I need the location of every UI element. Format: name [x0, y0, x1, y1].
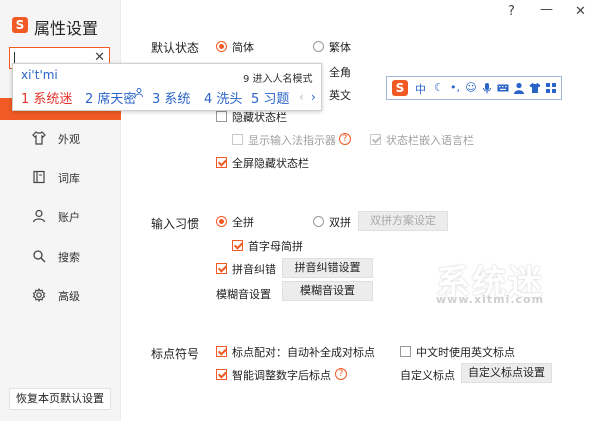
- lang-indicator[interactable]: 中: [415, 81, 426, 97]
- double-pinyin-label: 双拼: [329, 216, 351, 229]
- smart-punct-label: 智能调整数字后标点: [232, 369, 331, 382]
- sidebar-item-label: 搜索: [58, 251, 80, 264]
- close-button[interactable]: ✕: [575, 4, 586, 19]
- initial-abbr-checkbox[interactable]: [232, 240, 243, 251]
- moon-icon[interactable]: ☾: [433, 82, 445, 94]
- reset-defaults-button[interactable]: 恢复本页默认设置: [9, 388, 111, 410]
- embed-langbar-label: 状态栏嵌入语言栏: [386, 134, 474, 147]
- sidebar-item-label: 高级: [58, 290, 80, 303]
- punct-pairing-label: 标点配对：自动补全成对标点: [232, 346, 375, 359]
- sidebar-item-dictionary[interactable]: 词库: [0, 167, 121, 189]
- show-indicator-checkbox[interactable]: [232, 134, 243, 145]
- shirt-icon: [32, 131, 46, 145]
- input-habit-label: 输入习惯: [151, 217, 200, 231]
- minimize-button[interactable]: —: [540, 2, 553, 17]
- candidate-3[interactable]: 3 系统: [152, 88, 190, 107]
- hide-statusbar-label: 隐藏状态栏: [232, 111, 287, 124]
- simplified-radio[interactable]: [216, 41, 227, 52]
- keyboard-icon[interactable]: [497, 82, 509, 94]
- fuzzy-sound-label: 模糊音设置: [216, 288, 271, 301]
- english-punct-checkbox[interactable]: [400, 346, 411, 357]
- smart-punct-checkbox[interactable]: [216, 369, 227, 380]
- fuzzy-sound-settings-button[interactable]: 模糊音设置: [282, 281, 373, 301]
- mic-icon[interactable]: [481, 82, 493, 94]
- chevron-left-icon[interactable]: ‹: [299, 90, 304, 104]
- comma-icon[interactable]: •,: [449, 82, 461, 94]
- sidebar-item-account[interactable]: 账户: [0, 206, 121, 228]
- gear-icon: [32, 288, 46, 302]
- double-pinyin-radio[interactable]: [313, 216, 324, 227]
- sidebar-item-label: 账户: [58, 211, 80, 224]
- full-pinyin-radio[interactable]: [216, 216, 227, 227]
- chevron-right-icon[interactable]: ›: [311, 90, 316, 104]
- embed-langbar-checkbox[interactable]: [370, 134, 381, 145]
- english-punct-label: 中文时使用英文标点: [416, 346, 515, 359]
- app-logo: S: [12, 17, 28, 33]
- sidebar-item-search[interactable]: 搜索: [0, 246, 121, 268]
- custom-punct-label: 自定义标点: [400, 369, 455, 382]
- sidebar-item-label: 词库: [58, 172, 80, 185]
- hide-statusbar-checkbox[interactable]: [216, 111, 227, 122]
- candidate-1[interactable]: 1 系统迷: [21, 88, 72, 107]
- help-icon[interactable]: ?: [508, 4, 515, 19]
- traditional-radio[interactable]: [313, 41, 324, 52]
- grid-icon[interactable]: [545, 82, 557, 94]
- user-icon[interactable]: [513, 82, 525, 94]
- english-label: 英文: [329, 89, 351, 102]
- fullscreen-hide-checkbox[interactable]: [216, 157, 227, 168]
- magnifier-icon: [33, 250, 46, 263]
- person-badge-icon: [135, 88, 143, 97]
- sidebar-item-label: 外观: [58, 133, 80, 146]
- statusbar-logo: S: [392, 80, 408, 96]
- sidebar-item-advanced[interactable]: 高级: [0, 285, 121, 307]
- show-indicator-label: 显示输入法指示器: [248, 134, 336, 147]
- app-title: 属性设置: [34, 19, 99, 38]
- full-width-label: 全角: [329, 66, 351, 79]
- simplified-label: 简体: [232, 41, 254, 54]
- punctuation-label: 标点符号: [151, 347, 200, 361]
- punct-pairing-checkbox[interactable]: [216, 346, 227, 357]
- candidate-2[interactable]: 2 席天密: [85, 88, 136, 107]
- watermark-url: www.xitmi.com: [436, 293, 545, 306]
- fullscreen-hide-label: 全屏隐藏状态栏: [232, 157, 309, 170]
- help-icon[interactable]: ?: [335, 368, 347, 380]
- statusbar-preview: S 中 ☾ •, ☺: [386, 76, 562, 100]
- double-scheme-button[interactable]: 双拼方案设定: [358, 211, 448, 231]
- candidate-5[interactable]: 5 习题: [251, 88, 289, 107]
- shirt-icon[interactable]: [529, 82, 541, 94]
- sidebar-item-appearance[interactable]: 外观: [0, 128, 121, 150]
- pinyin-composition: xi't'mi: [21, 68, 58, 82]
- candidate-4[interactable]: 4 洗头: [204, 88, 242, 107]
- pinyin-correction-checkbox[interactable]: [216, 263, 227, 274]
- pinyin-correction-label: 拼音纠错: [232, 263, 276, 276]
- name-mode-hint: 9 进入人名模式: [243, 74, 313, 85]
- traditional-label: 繁体: [329, 41, 351, 54]
- custom-punct-settings-button[interactable]: 自定义标点设置: [461, 363, 552, 383]
- person-icon: [32, 209, 46, 223]
- help-icon[interactable]: ?: [339, 133, 351, 145]
- default-state-label: 默认状态: [151, 41, 200, 55]
- emoji-icon[interactable]: ☺: [465, 82, 477, 94]
- full-pinyin-label: 全拼: [232, 216, 254, 229]
- ime-candidate-popup: xi't'mi 9 进入人名模式 1 系统迷 2 席天密 3 系统 4 洗头 5…: [12, 63, 322, 111]
- initial-abbr-label: 首字母简拼: [248, 240, 303, 253]
- pinyin-correction-settings-button[interactable]: 拼音纠错设置: [282, 258, 373, 278]
- book-icon: [33, 170, 45, 184]
